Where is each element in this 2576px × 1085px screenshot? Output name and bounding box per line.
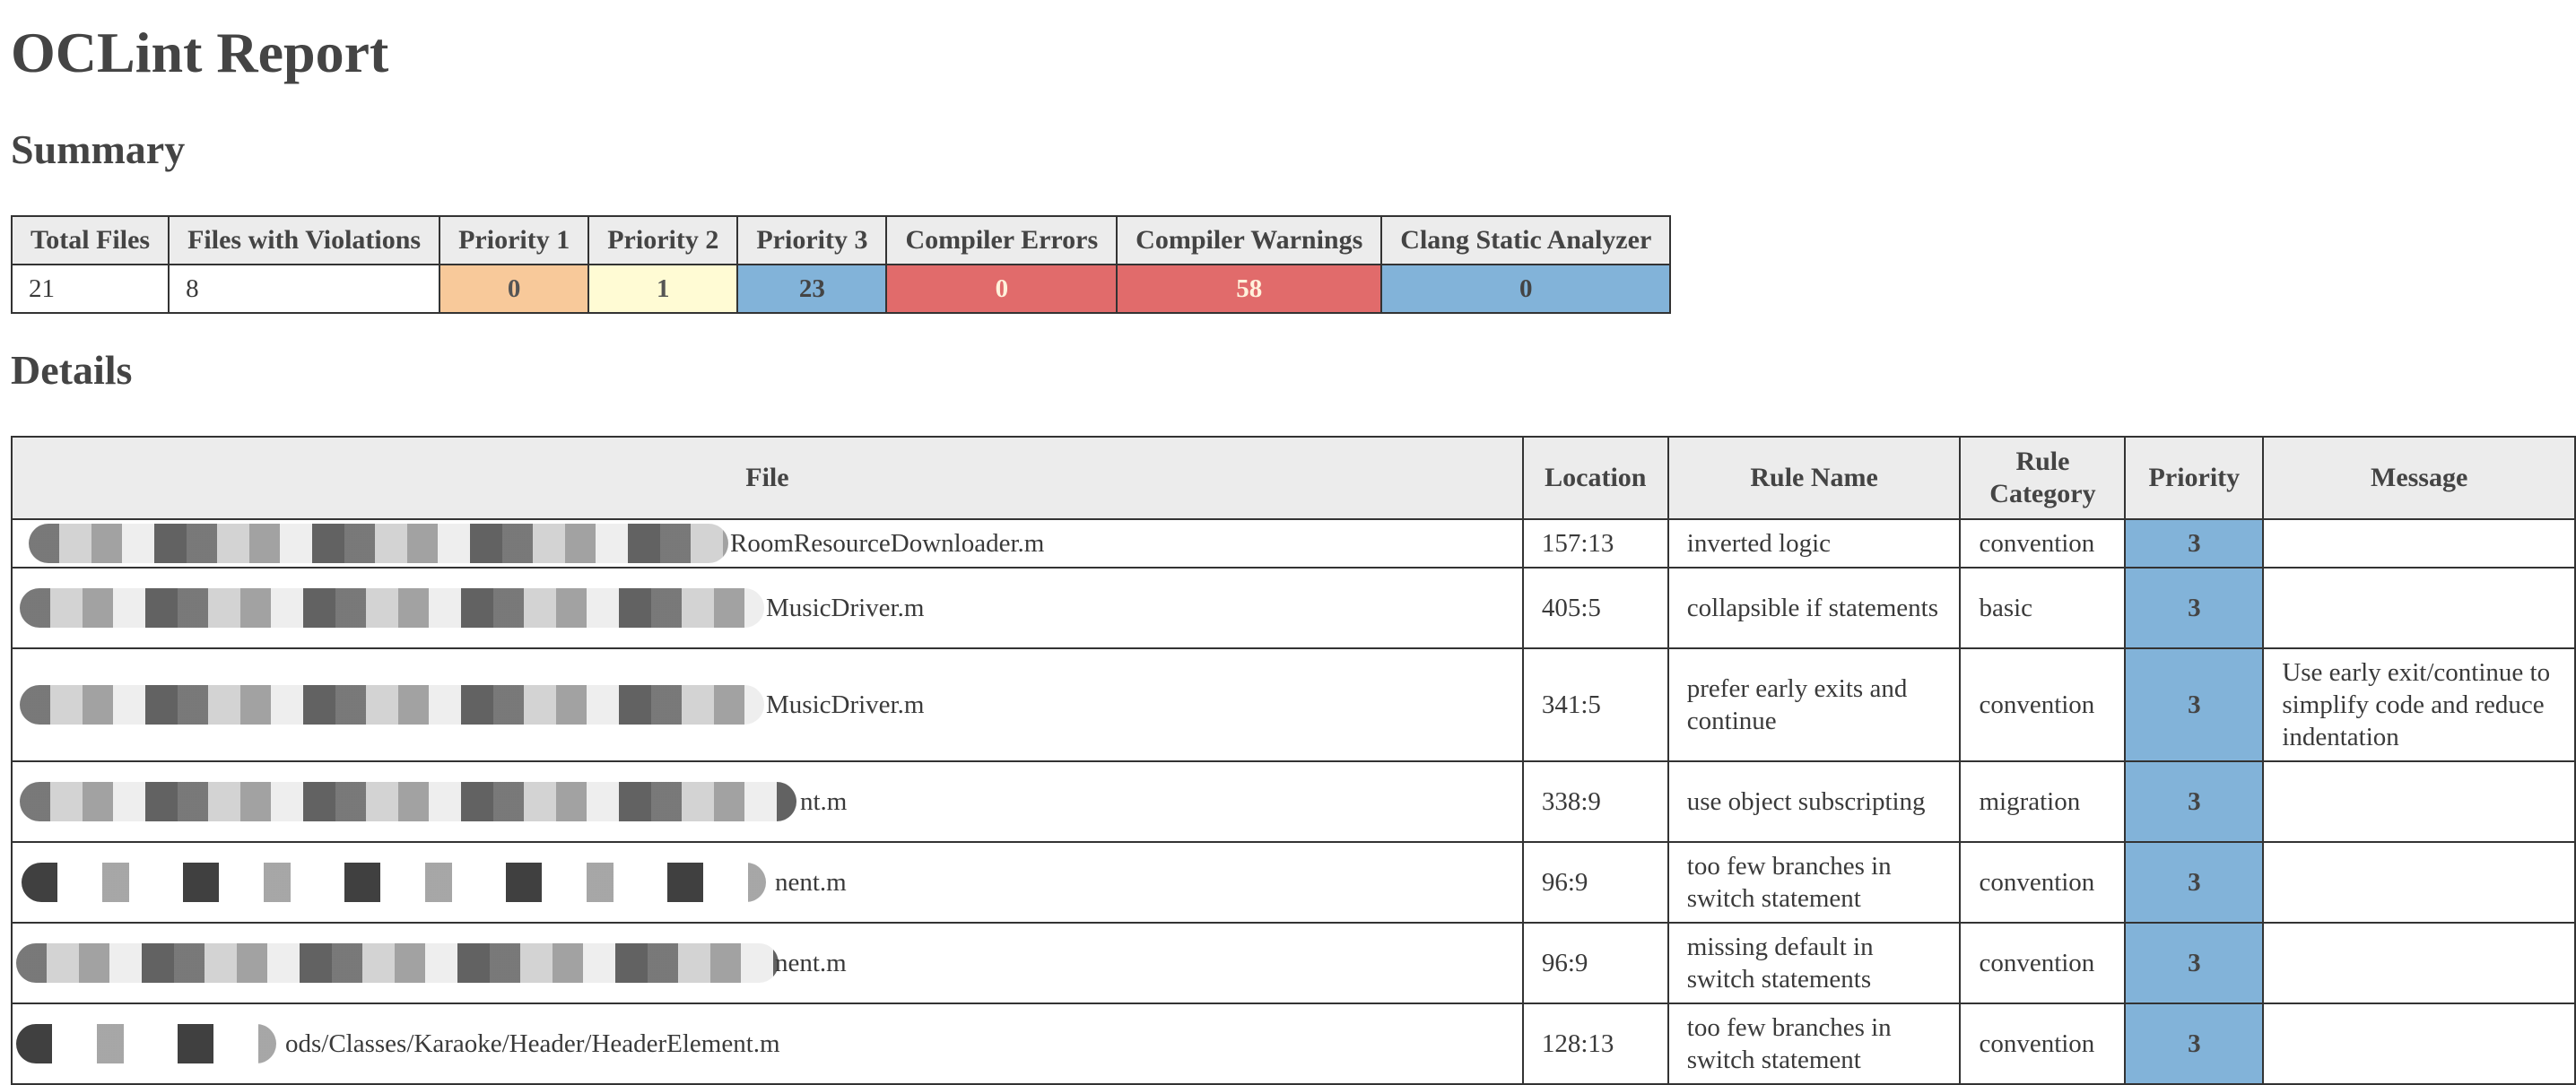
message-cell xyxy=(2262,567,2576,649)
message-cell xyxy=(2262,841,2576,924)
message-cell xyxy=(2262,760,2576,843)
column-header-priority: Priority xyxy=(2124,436,2265,520)
value-total-files: 21 xyxy=(10,264,170,314)
message-cell xyxy=(2262,922,2576,1004)
priority-cell: 3 xyxy=(2124,841,2265,924)
details-title: Details xyxy=(11,347,133,393)
location-cell: 338:9 xyxy=(1521,760,1669,843)
header-compiler-warnings: Compiler Warnings xyxy=(1116,215,1383,265)
value-priority-1: 0 xyxy=(439,264,590,314)
rule-category-cell: migration xyxy=(1959,760,2127,843)
value-compiler-errors: 0 xyxy=(885,264,1118,314)
summary-header-row: Total Files Files with Violations Priori… xyxy=(10,215,1672,265)
priority-cell: 3 xyxy=(2124,1003,2265,1085)
file-name: nent.m xyxy=(775,868,847,897)
value-priority-3: 23 xyxy=(736,264,888,314)
column-header-rule-category: Rule Category xyxy=(1959,436,2127,520)
location-cell: 96:9 xyxy=(1521,922,1669,1004)
file-cell: nent.m xyxy=(11,922,1524,1004)
summary-title: Summary xyxy=(11,126,186,172)
file-name: MusicDriver.m xyxy=(766,690,925,719)
message-cell xyxy=(2262,1003,2576,1085)
rule-category-cell: convention xyxy=(1959,518,2127,569)
summary-values-row: 21 8 0 1 23 0 58 0 xyxy=(10,264,1672,314)
file-cell: RoomResourceDownloader.m xyxy=(11,518,1524,569)
file-cell: ods/Classes/Karaoke/Header/HeaderElement… xyxy=(11,1003,1524,1085)
rule-name-cell: missing default in switch statements xyxy=(1667,922,1962,1004)
location-cell: 341:5 xyxy=(1521,647,1669,762)
header-compiler-errors: Compiler Errors xyxy=(885,215,1118,265)
value-compiler-warnings: 58 xyxy=(1116,264,1383,314)
header-clang-static-analyzer: Clang Static Analyzer xyxy=(1380,215,1672,265)
file-name: RoomResourceDownloader.m xyxy=(730,529,1045,558)
column-header-file: File xyxy=(11,436,1524,520)
value-clang-static-analyzer: 0 xyxy=(1380,264,1672,314)
rule-name-cell: collapsible if statements xyxy=(1667,567,1962,649)
rule-category-cell: convention xyxy=(1959,647,2127,762)
file-cell: MusicDriver.m xyxy=(11,647,1524,762)
file-cell: nt.m xyxy=(11,760,1524,843)
priority-cell: 3 xyxy=(2124,567,2265,649)
rule-name-cell: use object subscripting xyxy=(1667,760,1962,843)
header-priority-3: Priority 3 xyxy=(736,215,888,265)
details-table: File Location Rule Name Rule Category Pr… xyxy=(11,436,2576,1085)
table-row: ods/Classes/Karaoke/Header/HeaderElement… xyxy=(11,1003,2576,1085)
value-files-with-violations: 8 xyxy=(168,264,441,314)
location-cell: 157:13 xyxy=(1521,518,1669,569)
page-title: OCLint Report xyxy=(11,21,389,84)
table-row: MusicDriver.m 405:5 collapsible if state… xyxy=(11,567,2576,649)
table-row: nent.m 96:9 missing default in switch st… xyxy=(11,922,2576,1004)
message-cell xyxy=(2262,518,2576,569)
file-cell: nent.m xyxy=(11,841,1524,924)
priority-cell: 3 xyxy=(2124,922,2265,1004)
table-row: RoomResourceDownloader.m 157:13 inverted… xyxy=(11,518,2576,569)
column-header-message: Message xyxy=(2262,436,2576,520)
header-priority-2: Priority 2 xyxy=(587,215,739,265)
file-cell: MusicDriver.m xyxy=(11,567,1524,649)
column-header-location: Location xyxy=(1521,436,1669,520)
message-cell: Use early exit/continue to simplify code… xyxy=(2262,647,2576,762)
rule-name-cell: too few branches in switch statement xyxy=(1667,1003,1962,1085)
file-name: MusicDriver.m xyxy=(766,594,925,622)
rule-category-cell: convention xyxy=(1959,841,2127,924)
summary-table: Total Files Files with Violations Priori… xyxy=(10,215,1672,314)
rule-name-cell: inverted logic xyxy=(1667,518,1962,569)
location-cell: 128:13 xyxy=(1521,1003,1669,1085)
rule-name-cell: too few branches in switch statement xyxy=(1667,841,1962,924)
priority-cell: 3 xyxy=(2124,647,2265,762)
priority-cell: 3 xyxy=(2124,760,2265,843)
header-files-with-violations: Files with Violations xyxy=(168,215,441,265)
value-priority-2: 1 xyxy=(587,264,739,314)
rule-category-cell: convention xyxy=(1959,1003,2127,1085)
rule-category-cell: basic xyxy=(1959,567,2127,649)
location-cell: 96:9 xyxy=(1521,841,1669,924)
location-cell: 405:5 xyxy=(1521,567,1669,649)
table-row: nent.m 96:9 too few branches in switch s… xyxy=(11,841,2576,924)
header-total-files: Total Files xyxy=(10,215,170,265)
column-header-rule-name: Rule Name xyxy=(1667,436,1962,520)
file-name: ods/Classes/Karaoke/Header/HeaderElement… xyxy=(285,1029,780,1058)
table-row: nt.m 338:9 use object subscripting migra… xyxy=(11,760,2576,843)
file-name: nent.m xyxy=(775,949,847,977)
file-name: nt.m xyxy=(800,787,848,816)
rule-category-cell: convention xyxy=(1959,922,2127,1004)
rule-name-cell: prefer early exits and continue xyxy=(1667,647,1962,762)
details-header-row: File Location Rule Name Rule Category Pr… xyxy=(11,436,2576,520)
table-row: MusicDriver.m 341:5 prefer early exits a… xyxy=(11,647,2576,762)
header-priority-1: Priority 1 xyxy=(439,215,590,265)
priority-cell: 3 xyxy=(2124,518,2265,569)
